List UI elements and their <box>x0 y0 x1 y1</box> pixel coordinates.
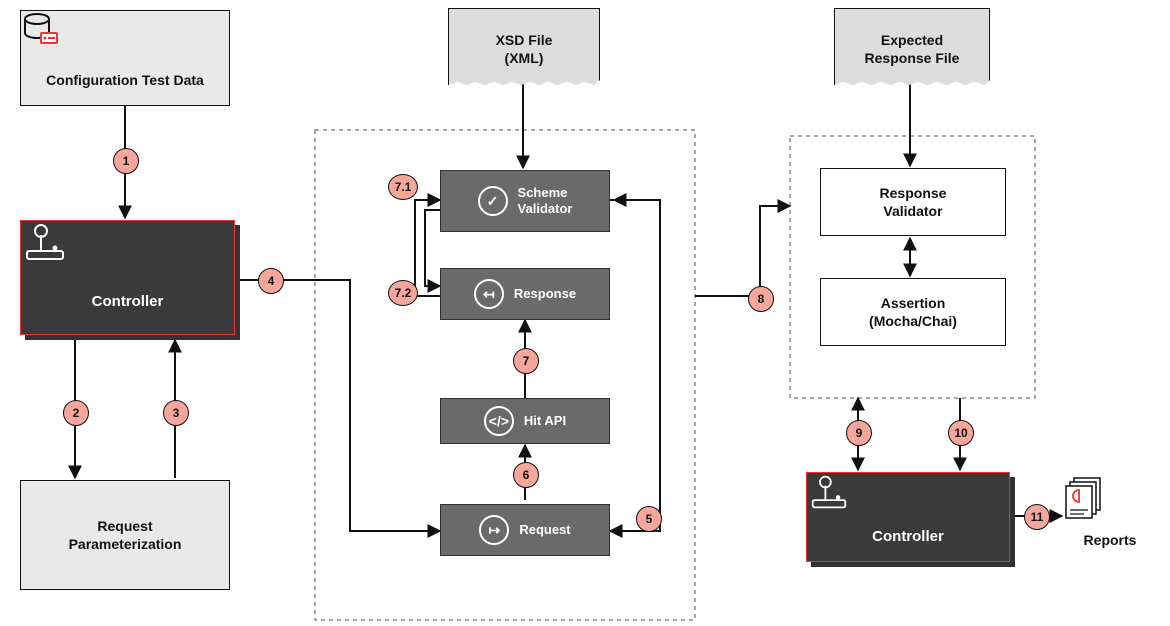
step-5-label: 5 <box>646 512 653 526</box>
step-badge-10: 10 <box>948 420 974 446</box>
assertion-box: Assertion (Mocha/Chai) <box>820 278 1006 346</box>
scheme-validator-box: ✓ Scheme Validator <box>440 170 610 232</box>
reports-label: Reports <box>1084 531 1137 549</box>
xsd-l1: XSD File <box>496 31 553 49</box>
controller-1-label: Controller <box>92 292 164 312</box>
step-4-label: 4 <box>268 274 275 288</box>
scheme-l1: Scheme <box>518 185 568 201</box>
expected-l1: Expected <box>881 31 943 49</box>
step-badge-2: 2 <box>63 400 89 426</box>
config-test-data-label: Configuration Test Data <box>46 71 204 89</box>
step-9-label: 9 <box>856 426 863 440</box>
reqparam-l2: Parameterization <box>69 535 182 553</box>
config-test-data-box: Configuration Test Data <box>20 10 230 106</box>
response-validator-box: Response Validator <box>820 168 1006 236</box>
request-box: ↦ Request <box>440 504 610 556</box>
controller-box-2: Controller <box>806 472 1010 562</box>
xsd-l2: (XML) <box>505 49 544 67</box>
step-3-label: 3 <box>173 406 180 420</box>
step-badge-5: 5 <box>636 506 662 532</box>
respval-l1: Response <box>880 184 947 202</box>
step-badge-7-2: 7.2 <box>388 280 418 306</box>
response-box: ↤ Response <box>440 268 610 320</box>
step-badge-4: 4 <box>258 268 284 294</box>
step-2-label: 2 <box>73 406 80 420</box>
assert-l1: Assertion <box>881 294 946 312</box>
step-badge-1: 1 <box>113 148 139 174</box>
step-badge-9: 9 <box>846 420 872 446</box>
step-7-label: 7 <box>523 354 530 368</box>
code-icon: </> <box>484 406 514 436</box>
step-11-label: 11 <box>1031 510 1044 524</box>
scheme-l2: Validator <box>518 201 573 217</box>
xsd-file-box: XSD File (XML) <box>448 8 600 90</box>
respval-l2: Validator <box>883 202 942 220</box>
step-badge-6: 6 <box>513 462 539 488</box>
step-badge-3: 3 <box>163 400 189 426</box>
hit-api-label: Hit API <box>524 413 566 429</box>
expected-response-file-box: Expected Response File <box>834 8 990 90</box>
step-10-label: 10 <box>954 426 967 440</box>
step-badge-7: 7 <box>513 348 539 374</box>
step-badge-8: 8 <box>748 286 774 312</box>
step-6-label: 6 <box>523 468 530 482</box>
check-circle-icon: ✓ <box>478 186 508 216</box>
step-badge-7-1: 7.1 <box>388 174 418 200</box>
step-1-label: 1 <box>123 154 130 168</box>
arrow-out-right-icon: ↦ <box>479 515 509 545</box>
controller-box-1: Controller <box>20 220 235 335</box>
response-label: Response <box>514 286 576 302</box>
step-7-1-label: 7.1 <box>395 180 412 194</box>
step-7-2-label: 7.2 <box>395 286 412 300</box>
hit-api-box: </> Hit API <box>440 398 610 444</box>
assert-l2: (Mocha/Chai) <box>869 312 957 330</box>
reports-box: Reports <box>1064 476 1156 558</box>
request-parameterization-box: Request Parameterization <box>20 480 230 590</box>
step-badge-11: 11 <box>1024 504 1050 530</box>
arrow-in-left-icon: ↤ <box>474 279 504 309</box>
expected-l2: Response File <box>865 49 960 67</box>
controller-2-label: Controller <box>872 527 944 547</box>
step-8-label: 8 <box>758 292 765 306</box>
reqparam-l1: Request <box>97 517 152 535</box>
request-label: Request <box>519 522 570 538</box>
